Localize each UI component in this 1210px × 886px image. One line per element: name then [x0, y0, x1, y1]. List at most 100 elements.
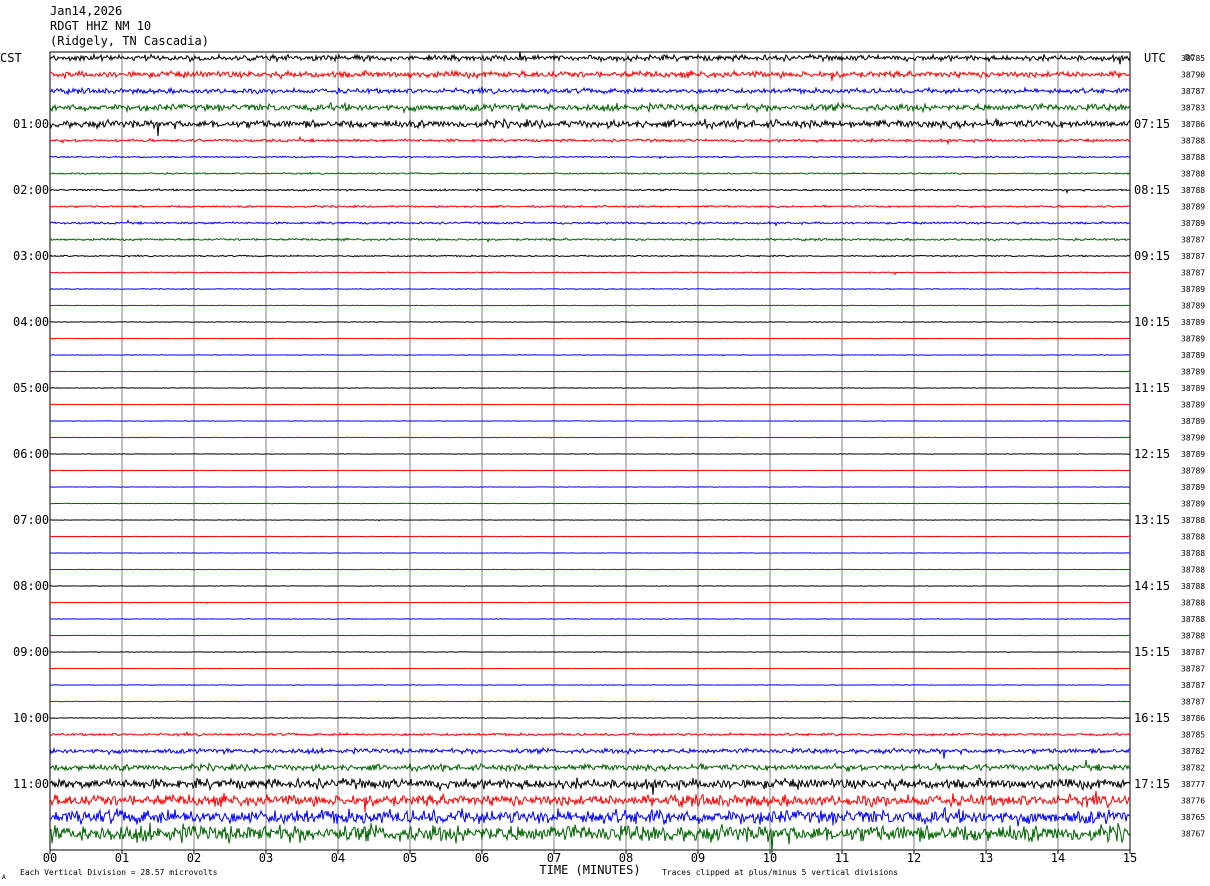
- right-hour-label: 09:15: [1134, 249, 1170, 263]
- dc-value-label: 38782: [1181, 747, 1205, 756]
- x-tick-label: 02: [187, 851, 201, 865]
- seismic-trace: [49, 585, 1130, 587]
- seismic-trace: [49, 117, 1131, 137]
- left-timezone-label: CST: [0, 51, 22, 65]
- seismic-trace: [49, 552, 1130, 555]
- seismic-trace: [49, 486, 1131, 488]
- dc-value-label: 38786: [1181, 714, 1205, 723]
- seismic-trace: [50, 304, 1131, 307]
- seismic-trace: [50, 354, 1131, 357]
- seismic-trace: [49, 746, 1131, 759]
- right-hour-label: 10:15: [1134, 315, 1170, 329]
- seismic-trace: [50, 601, 1131, 604]
- x-tick-label: 13: [979, 851, 993, 865]
- seismic-trace: [49, 776, 1131, 796]
- plot-frame: [49, 51, 1131, 851]
- seismic-trace: [49, 502, 1131, 505]
- left-hour-label: 07:00: [13, 513, 49, 527]
- x-tick-label: 04: [331, 851, 345, 865]
- x-tick-label: 00: [43, 851, 57, 865]
- seismic-trace: [49, 806, 1131, 827]
- dc-value-label: 38788: [1181, 599, 1205, 608]
- dc-value-label: 38765: [1181, 813, 1205, 822]
- seismic-trace: [49, 436, 1131, 439]
- dc-value-label: 38788: [1181, 615, 1205, 624]
- left-hour-label: 03:00: [13, 249, 49, 263]
- left-hour-label: 04:00: [13, 315, 49, 329]
- dc-value-label: 38787: [1181, 236, 1205, 245]
- dc-value-label: 38789: [1181, 368, 1205, 377]
- dc-value-label: 38787: [1181, 648, 1205, 657]
- footer-clip-note: Traces clipped at plus/minus 5 vertical …: [662, 868, 898, 877]
- dc-value-label: 38789: [1181, 467, 1205, 476]
- seismic-trace: [49, 271, 1131, 276]
- dc-value-label: 38789: [1181, 335, 1205, 344]
- dc-value-label: 38789: [1181, 483, 1205, 492]
- right-hour-label: 17:15: [1134, 777, 1170, 791]
- left-hour-label: 11:00: [13, 777, 49, 791]
- seismic-trace: [49, 219, 1131, 227]
- dc-value-label: 38789: [1181, 417, 1205, 426]
- right-hour-label: 07:15: [1134, 117, 1170, 131]
- right-hour-label: 12:15: [1134, 447, 1170, 461]
- dc-value-label: 38785: [1181, 731, 1205, 740]
- dc-value-label: 38785: [1181, 54, 1205, 63]
- dc-value-label: 38789: [1181, 500, 1205, 509]
- dc-value-label: 38789: [1181, 318, 1205, 327]
- right-hour-label: 13:15: [1134, 513, 1170, 527]
- seismic-trace: [49, 568, 1130, 571]
- dc-value-label: 38789: [1181, 401, 1205, 410]
- dc-value-label: 38787: [1181, 269, 1205, 278]
- x-tick-label: 12: [907, 851, 921, 865]
- seismic-trace: [49, 822, 1131, 855]
- seismic-trace: [50, 370, 1131, 373]
- seismic-trace: [49, 51, 1131, 65]
- seismic-trace: [50, 535, 1131, 538]
- dc-value-label: 38788: [1181, 186, 1205, 195]
- x-tick-label: 03: [259, 851, 273, 865]
- dc-value-label: 38787: [1181, 698, 1205, 707]
- seismic-trace: [49, 69, 1131, 81]
- left-hour-label: 08:00: [13, 579, 49, 593]
- dc-value-label: 38790: [1181, 71, 1205, 80]
- dc-value-label: 38787: [1181, 252, 1205, 261]
- dc-value-label: 38787: [1181, 665, 1205, 674]
- dc-value-label: 38789: [1181, 302, 1205, 311]
- x-axis-title: TIME (MINUTES): [539, 863, 640, 877]
- seismic-trace: [49, 790, 1131, 812]
- seismic-trace: [49, 204, 1131, 209]
- dc-value-label: 38776: [1181, 797, 1205, 806]
- corner-mark: A: [2, 874, 6, 881]
- right-hour-label: 08:15: [1134, 183, 1170, 197]
- dc-value-label: 38789: [1181, 203, 1205, 212]
- seismic-trace: [49, 760, 1131, 773]
- dc-value-label: 38789: [1181, 285, 1205, 294]
- seismic-trace: [49, 731, 1131, 738]
- seismic-trace: [49, 519, 1131, 522]
- right-hour-label: 14:15: [1134, 579, 1170, 593]
- dc-value-label: 38788: [1181, 533, 1205, 542]
- seismic-trace: [49, 287, 1131, 291]
- seismic-trace: [49, 387, 1131, 390]
- dc-value-label: 38788: [1181, 566, 1205, 575]
- dc-value-label: 38789: [1181, 351, 1205, 360]
- seismic-trace: [50, 171, 1131, 176]
- left-hour-label: 06:00: [13, 447, 49, 461]
- dc-value-label: 38777: [1181, 780, 1205, 789]
- seismic-trace: [50, 337, 1131, 340]
- seismic-trace: [49, 452, 1131, 455]
- chart-grid: [49, 51, 1131, 854]
- dc-value-label: 38783: [1181, 104, 1205, 113]
- x-tick-label: 01: [115, 851, 129, 865]
- seismic-trace: [50, 634, 1131, 637]
- x-tick-label: 09: [691, 851, 705, 865]
- seismic-trace: [49, 155, 1131, 160]
- seismic-trace: [49, 684, 1131, 686]
- x-tick-label: 11: [835, 851, 849, 865]
- seismic-trace: [50, 320, 1131, 324]
- right-hour-label: 15:15: [1134, 645, 1170, 659]
- x-tick-label: 06: [475, 851, 489, 865]
- dc-value-label: 38789: [1181, 219, 1205, 228]
- seismic-trace: [49, 716, 1131, 720]
- x-tick-label: 14: [1051, 851, 1065, 865]
